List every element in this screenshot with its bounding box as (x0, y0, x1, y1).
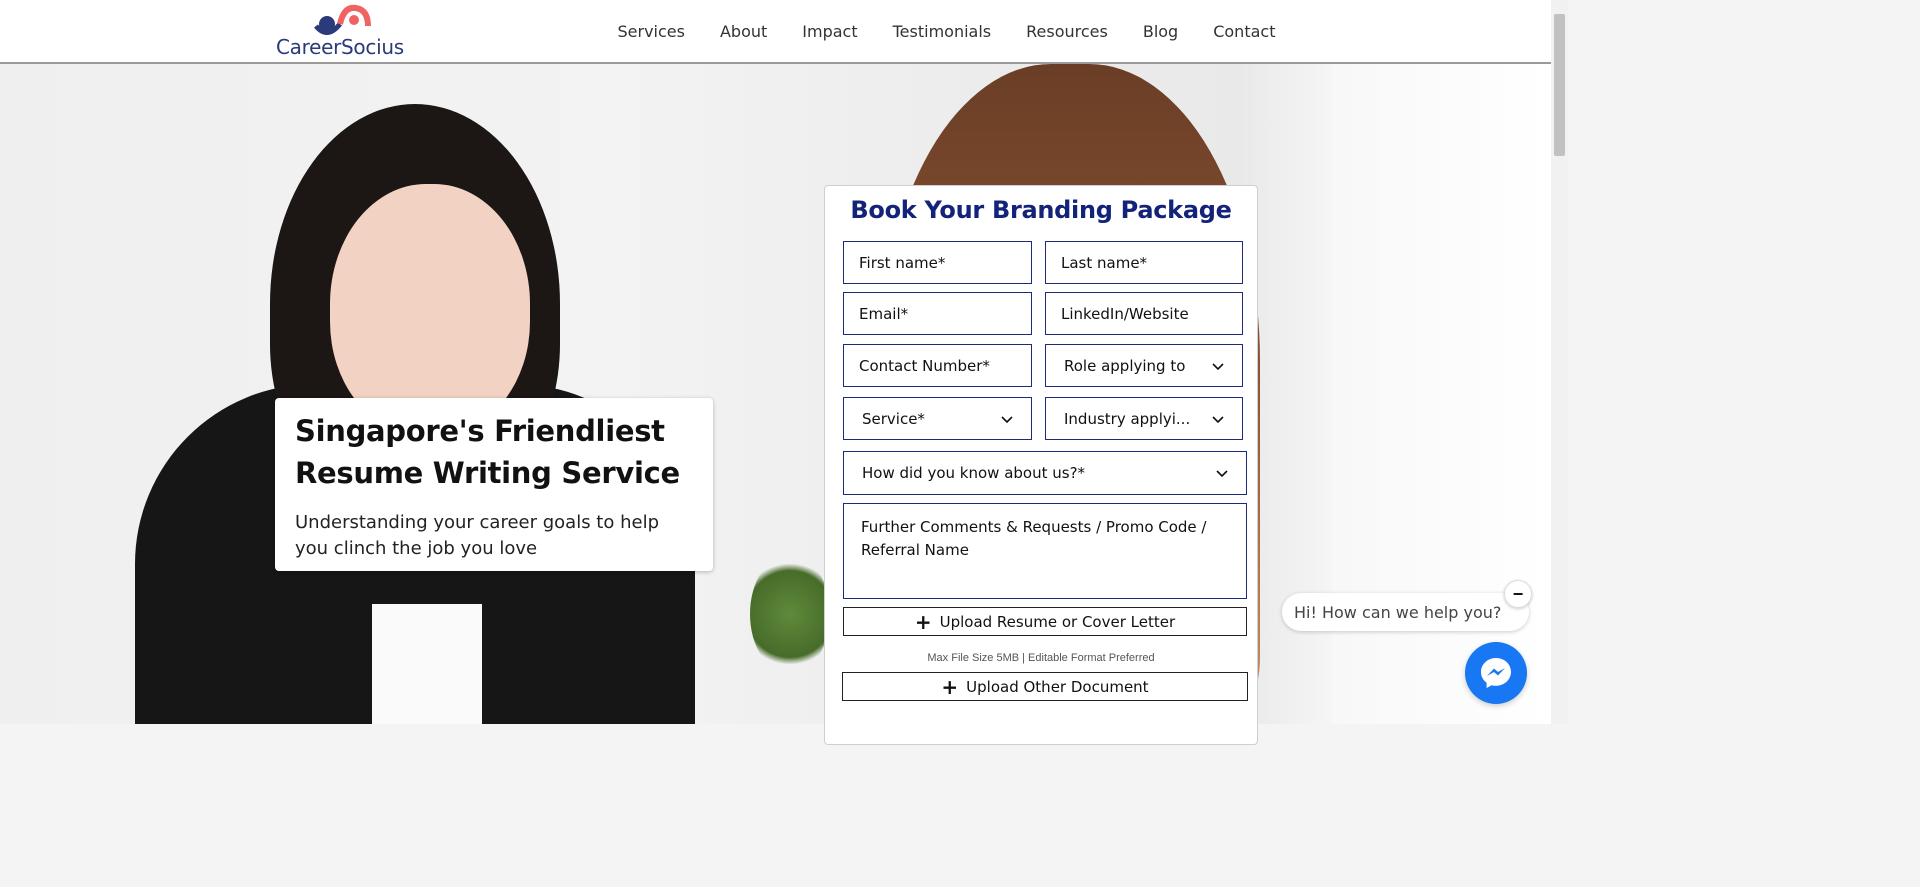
plus-icon: + (941, 674, 959, 699)
hero-subtitle: Understanding your career goals to help … (295, 512, 660, 559)
site-header: CareerSocius Services About Impact Testi… (0, 0, 1551, 64)
email-input[interactable] (859, 304, 1016, 323)
page-scrollbar[interactable] (1551, 0, 1568, 724)
career-socius-logo-mark-icon (314, 4, 371, 35)
referral-source-select[interactable]: How did you know about us?* (843, 451, 1247, 495)
nav-services[interactable]: Services (600, 22, 702, 41)
email-field[interactable] (843, 292, 1032, 335)
industry-select[interactable]: Industry applyi... (1045, 397, 1243, 440)
hero-card: Singapore's Friendliest Resume Writing S… (275, 398, 713, 571)
chevron-down-icon (1212, 362, 1224, 370)
plant-decoration (750, 554, 830, 674)
plus-icon: + (914, 609, 932, 634)
nav-contact[interactable]: Contact (1196, 22, 1293, 41)
linkedin-input[interactable] (1061, 304, 1227, 323)
upload-resume-button[interactable]: + Upload Resume or Cover Letter (843, 607, 1247, 636)
woman-face (330, 184, 530, 434)
hero-title: Singapore's Friendliest Resume Writing S… (295, 414, 680, 490)
upload-resume-label: Upload Resume or Cover Letter (939, 612, 1176, 631)
form-title: Book Your Branding Package (850, 196, 1232, 224)
industry-select-value: Industry applyi... (1064, 409, 1191, 428)
nav-impact[interactable]: Impact (785, 22, 875, 41)
nav-resources[interactable]: Resources (1009, 22, 1126, 41)
chevron-down-icon (1212, 415, 1224, 423)
chat-minimize-button[interactable]: − (1504, 580, 1532, 608)
chat-greeting-text: Hi! How can we help you? (1294, 602, 1502, 622)
chevron-down-icon (1216, 470, 1228, 478)
contact-number-field[interactable] (843, 344, 1032, 387)
messenger-button[interactable] (1465, 642, 1527, 704)
nav-testimonials[interactable]: Testimonials (875, 22, 1009, 41)
upload-note: Max File Size 5MB | Editable Format Pref… (927, 652, 1155, 664)
first-name-field[interactable] (843, 241, 1032, 284)
comments-textarea[interactable]: Further Comments & Requests / Promo Code… (843, 503, 1247, 599)
last-name-field[interactable] (1045, 241, 1243, 284)
linkedin-field[interactable] (1045, 292, 1243, 335)
referral-source-value: How did you know about us?* (862, 464, 1086, 482)
role-select-value: Role applying to (1064, 356, 1186, 375)
role-select[interactable]: Role applying to (1045, 344, 1243, 387)
scrollbar-thumb[interactable] (1554, 14, 1565, 156)
upload-other-label: Upload Other Document (966, 677, 1149, 696)
first-name-input[interactable] (859, 253, 1016, 272)
logo-text: CareerSocius (276, 35, 404, 59)
last-name-input[interactable] (1061, 253, 1227, 272)
chevron-down-icon (1001, 415, 1013, 423)
booking-form: Book Your Branding Package Role applying… (824, 185, 1258, 745)
service-select[interactable]: Service* (843, 397, 1032, 440)
site-logo[interactable]: CareerSocius (276, 4, 406, 59)
messenger-icon (1481, 658, 1511, 688)
woman-shirt (372, 604, 482, 724)
nav-blog[interactable]: Blog (1125, 22, 1195, 41)
contact-number-input[interactable] (859, 356, 1016, 375)
nav-about[interactable]: About (702, 22, 784, 41)
minus-icon: − (1512, 583, 1524, 604)
chat-greeting-bubble[interactable]: Hi! How can we help you? (1282, 593, 1529, 631)
comments-placeholder: Further Comments & Requests / Promo Code… (861, 518, 1207, 559)
upload-other-button[interactable]: + Upload Other Document (842, 672, 1248, 701)
service-select-value: Service* (862, 409, 925, 428)
main-nav: Services About Impact Testimonials Resou… (600, 0, 1293, 62)
